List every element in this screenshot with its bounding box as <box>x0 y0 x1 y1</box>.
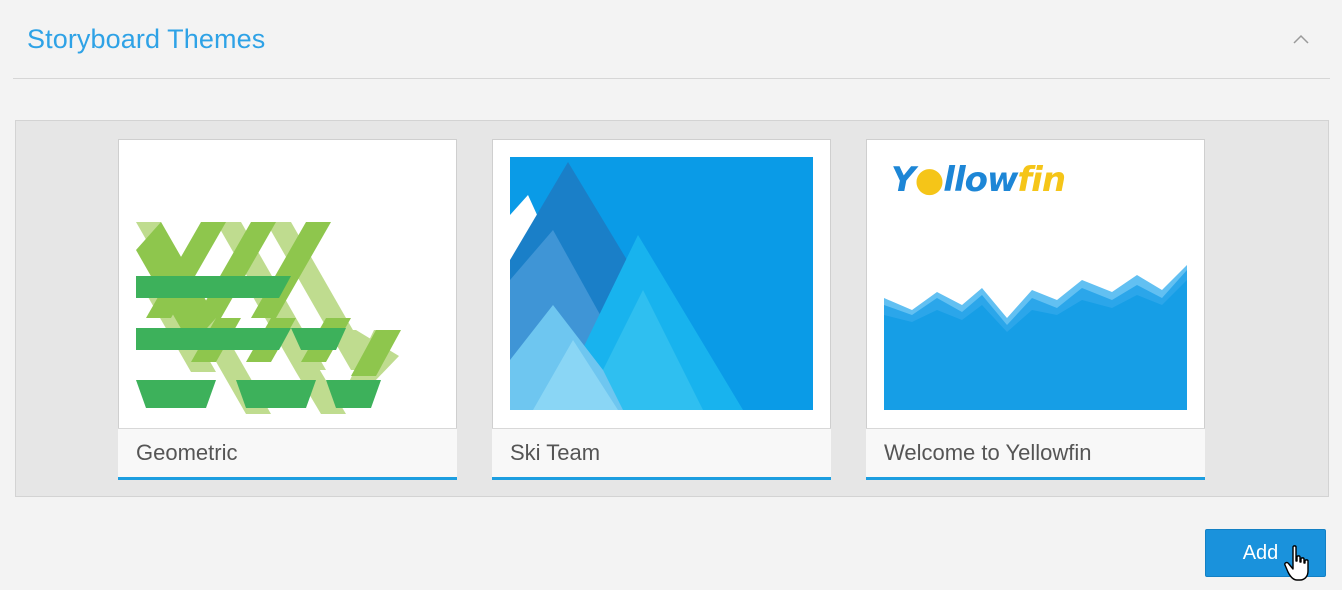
geometric-pattern-image <box>136 222 401 414</box>
theme-label: Welcome to Yellowfin <box>884 440 1092 465</box>
theme-label-bar: Welcome to Yellowfin <box>866 428 1205 480</box>
panel-header: Storyboard Themes <box>13 0 1330 79</box>
theme-label: Ski Team <box>510 440 601 465</box>
theme-thumbnail-geometric <box>119 140 456 428</box>
chevron-up-icon <box>1293 34 1309 44</box>
theme-label-bar: Geometric <box>118 428 457 480</box>
theme-card-ski-team[interactable]: Ski Team <box>492 139 831 480</box>
hand-pointer-icon <box>1284 545 1309 581</box>
area-wave-image <box>884 265 1187 410</box>
theme-label: Geometric <box>136 440 238 465</box>
theme-card-geometric[interactable]: Geometric <box>118 139 457 480</box>
theme-label-bar: Ski Team <box>492 428 831 480</box>
theme-thumbnail-yellowfin: Y●llowfin <box>867 140 1204 428</box>
theme-card-welcome-to-yellowfin[interactable]: Y●llowfin Welcome to Yellowfin <box>866 139 1205 480</box>
collapse-button[interactable] <box>1286 24 1316 54</box>
theme-thumbnail-ski-team <box>493 140 830 428</box>
mountains-image <box>510 157 813 410</box>
themes-gallery: Geometric Ski Team Y●llowfin Welcome to … <box>15 120 1329 497</box>
panel-title: Storyboard Themes <box>27 23 266 54</box>
